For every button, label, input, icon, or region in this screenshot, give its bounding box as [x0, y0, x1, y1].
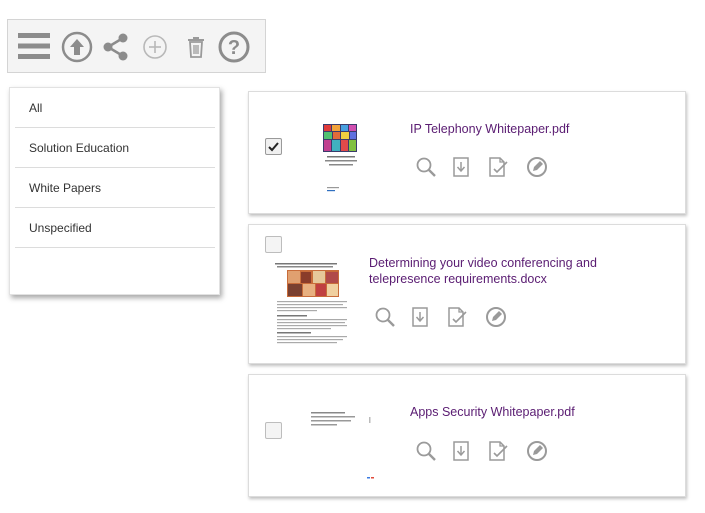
download-icon[interactable] — [409, 306, 431, 328]
share-icon[interactable] — [101, 32, 131, 62]
document-card: Apps Security Whitepaper.pdf — [248, 374, 686, 497]
preview-icon[interactable] — [415, 440, 437, 462]
menu-icon[interactable] — [17, 30, 51, 62]
upload-icon[interactable] — [60, 30, 94, 64]
filter-item-label: All — [29, 100, 43, 115]
approve-icon[interactable] — [485, 306, 507, 328]
document-card: Determining your video conferencing and … — [248, 224, 686, 364]
document-title-link[interactable]: Determining your video conferencing and … — [369, 255, 597, 287]
document-thumbnail[interactable] — [321, 122, 363, 194]
add-icon[interactable] — [142, 34, 168, 60]
document-title-link[interactable]: IP Telephony Whitepaper.pdf — [410, 121, 569, 137]
toolbar: ? — [7, 19, 266, 73]
download-icon[interactable] — [450, 156, 472, 178]
document-title-link[interactable]: Apps Security Whitepaper.pdf — [410, 404, 575, 420]
preview-icon[interactable] — [374, 306, 396, 328]
document-checkbox[interactable] — [265, 138, 282, 155]
filter-item-label: Solution Education — [29, 140, 130, 155]
document-checkbox[interactable] — [265, 236, 282, 253]
filter-item-unspecified[interactable]: Unspecified — [15, 208, 215, 248]
filter-item-label: Unspecified — [29, 220, 92, 235]
document-title-line-1: Determining your video conferencing and — [369, 256, 597, 270]
approve-icon[interactable] — [526, 440, 548, 462]
document-thumbnail[interactable] — [273, 262, 355, 346]
document-thumbnail[interactable] — [309, 409, 375, 483]
edit-doc-icon[interactable] — [446, 306, 468, 328]
filter-item-solution-education[interactable]: Solution Education — [15, 128, 215, 168]
document-card: IP Telephony Whitepaper.pdf — [248, 91, 686, 214]
trash-icon[interactable] — [185, 35, 207, 59]
filter-item-white-papers[interactable]: White Papers — [15, 168, 215, 208]
edit-doc-icon[interactable] — [487, 156, 509, 178]
category-filter-panel: All Solution Education White Papers Unsp… — [9, 87, 220, 295]
svg-text:?: ? — [228, 37, 240, 59]
preview-icon[interactable] — [415, 156, 437, 178]
edit-doc-icon[interactable] — [487, 440, 509, 462]
filter-item-label: White Papers — [29, 180, 102, 195]
document-title-line-2: telepresence requirements.docx — [369, 272, 547, 286]
filter-item-all[interactable]: All — [15, 88, 215, 128]
approve-icon[interactable] — [526, 156, 548, 178]
document-checkbox[interactable] — [265, 422, 282, 439]
help-icon[interactable]: ? — [217, 30, 251, 64]
download-icon[interactable] — [450, 440, 472, 462]
